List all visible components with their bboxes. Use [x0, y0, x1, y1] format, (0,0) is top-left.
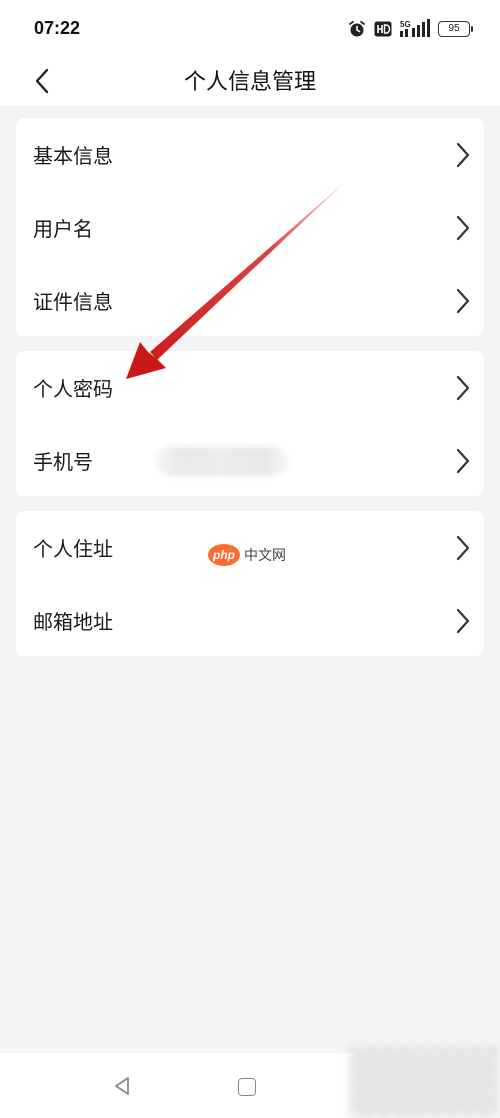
chevron-right-icon	[456, 535, 470, 560]
row-username[interactable]: 用户名	[16, 191, 484, 264]
settings-group-3: 个人住址 邮箱地址	[16, 511, 484, 656]
watermark-logo: php	[208, 544, 240, 566]
svg-text:5G: 5G	[400, 20, 411, 29]
row-basic-info[interactable]: 基本信息	[16, 118, 484, 191]
row-email-address[interactable]: 邮箱地址	[16, 584, 484, 657]
watermark-text: 中文网	[244, 548, 286, 564]
redacted-phone-value	[156, 446, 288, 476]
chevron-right-icon	[456, 608, 470, 633]
signal-5g-icon: 5G	[400, 19, 430, 39]
battery-indicator: 95	[438, 21, 473, 37]
blurred-corner	[350, 1046, 500, 1118]
chevron-right-icon	[456, 215, 470, 240]
watermark: php 中文网	[208, 544, 286, 566]
row-label: 邮箱地址	[33, 610, 113, 634]
chevron-right-icon	[456, 142, 470, 167]
status-icons: 5G 95	[348, 18, 473, 40]
hd-icon	[374, 21, 392, 37]
chevron-right-icon	[456, 288, 470, 313]
nav-header: 个人信息管理	[0, 56, 500, 106]
alarm-icon	[348, 20, 366, 38]
row-label: 个人住址	[33, 537, 113, 561]
row-label: 用户名	[33, 217, 93, 241]
status-bar: 07:22 5G 95	[0, 0, 500, 56]
settings-group-2: 个人密码 手机号	[16, 351, 484, 496]
page-title: 个人信息管理	[183, 70, 316, 95]
row-phone-number[interactable]: 手机号	[16, 424, 484, 497]
row-label: 手机号	[33, 450, 93, 474]
chevron-right-icon	[456, 448, 470, 473]
settings-group-1: 基本信息 用户名 证件信息	[16, 118, 484, 336]
status-time: 07:22	[34, 18, 81, 38]
chevron-right-icon	[456, 375, 470, 400]
row-label: 基本信息	[33, 144, 113, 168]
nav-home-icon[interactable]	[238, 1078, 256, 1096]
nav-back-icon[interactable]	[112, 1075, 134, 1097]
row-personal-password[interactable]: 个人密码	[16, 351, 484, 424]
row-label: 证件信息	[33, 290, 113, 314]
row-id-info[interactable]: 证件信息	[16, 264, 484, 337]
row-label: 个人密码	[33, 377, 113, 401]
